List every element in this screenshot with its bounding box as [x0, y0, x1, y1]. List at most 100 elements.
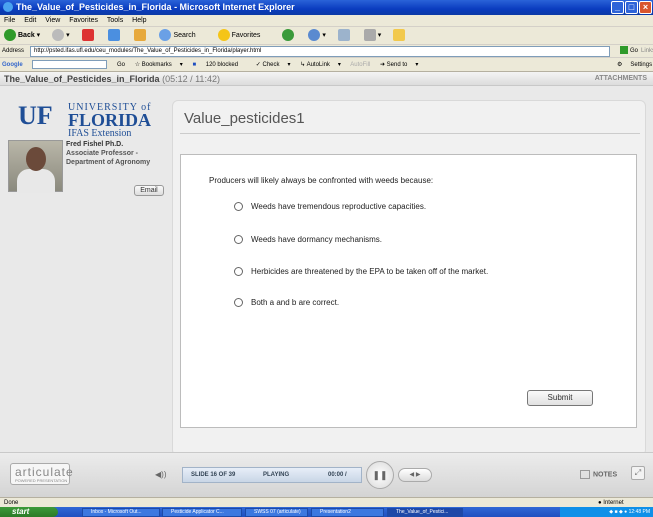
start-button[interactable]: start — [0, 507, 58, 517]
menu-view[interactable]: View — [45, 17, 60, 24]
quiz-option-b[interactable]: Weeds have dormancy mechanisms. — [234, 234, 382, 246]
tray-icons[interactable]: ◆ ■ ◆ ● — [609, 509, 628, 515]
menu-help[interactable]: Help — [132, 17, 146, 24]
globe-icon: ● — [598, 500, 602, 506]
favorites-button[interactable]: Favorites — [217, 29, 271, 42]
address-label: Address — [2, 48, 25, 54]
close-button[interactable]: × — [639, 1, 652, 14]
popup-blocker-icon: ■ — [192, 62, 197, 68]
menu-edit[interactable]: Edit — [24, 17, 36, 24]
folder-button[interactable] — [393, 29, 407, 42]
browser-toolbar: Back ▾ ▾ Search Favorites ▾ ▾ — [0, 27, 653, 45]
mail-icon — [337, 29, 350, 42]
presenter-shirt — [17, 169, 55, 193]
autofill-button[interactable]: AutoFill — [350, 62, 370, 68]
media-button[interactable] — [282, 29, 296, 42]
links-button[interactable]: Links — [641, 45, 653, 58]
progress-bar[interactable]: SLIDE 16 OF 39 PLAYING 00:00 / — [182, 467, 362, 483]
system-tray: ◆ ■ ◆ ● 12:48 PM — [560, 507, 653, 517]
refresh-button[interactable] — [107, 29, 122, 42]
articulate-wordmark: articulate — [15, 465, 74, 479]
maximize-button[interactable]: □ — [625, 1, 638, 14]
articulate-logo[interactable]: articulate POWERED PRESENTATION — [10, 463, 73, 485]
quiz-option-c[interactable]: Herbicides are threatened by the EPA to … — [234, 266, 488, 278]
email-button[interactable]: Email — [134, 185, 164, 196]
settings-button[interactable]: ⚙Settings▾ — [617, 58, 653, 72]
radio-button[interactable] — [234, 298, 243, 308]
sendto-label: Send to — [386, 62, 408, 68]
settings-icon: ⚙ — [617, 62, 623, 68]
clock: 12:48 PM — [628, 509, 650, 515]
status-bar: Done ● Internet — [0, 497, 653, 507]
volume-icon[interactable]: ◀)) — [155, 470, 167, 480]
stop-icon — [81, 29, 94, 42]
search-icon — [159, 29, 172, 42]
back-button[interactable]: Back ▾ — [4, 29, 40, 42]
fullscreen-button[interactable]: ⤢ — [631, 466, 645, 480]
folder-icon — [393, 29, 406, 42]
notes-button[interactable]: NOTES — [580, 470, 617, 479]
go-button[interactable]: Go — [620, 45, 638, 58]
history-button[interactable]: ▾ — [308, 29, 326, 42]
menu-file[interactable]: File — [4, 17, 15, 24]
bookmarks-button[interactable]: ☆ Bookmarks ▾ — [135, 62, 183, 68]
forward-arrow-icon — [52, 29, 65, 42]
uf-letters: UF — [18, 101, 53, 130]
window-titlebar: The_Value_of_Pesticides_in_Florida - Mic… — [0, 0, 653, 15]
pause-button[interactable]: ❚❚ — [366, 461, 394, 489]
course-time: (05:12 / 11:42) — [162, 74, 220, 84]
option-label: Herbicides are threatened by the EPA to … — [251, 267, 489, 276]
google-logo[interactable]: Google — [2, 62, 23, 68]
option-label: Weeds have tremendous reproductive capac… — [251, 202, 427, 211]
popup-blocked-button[interactable]: ■ 120 blocked — [192, 62, 246, 68]
presenter-photo — [8, 140, 63, 193]
next-icon[interactable]: ▶ — [416, 472, 421, 478]
radio-button[interactable] — [234, 202, 243, 212]
elapsed-time: 00:00 / — [328, 472, 347, 478]
home-button[interactable] — [133, 29, 148, 42]
taskbar-item[interactable]: Inbox - Microsoft Out... — [82, 508, 160, 517]
check-button[interactable]: ✓ Check ▾ — [256, 62, 291, 68]
option-label: Weeds have dormancy mechanisms. — [251, 235, 383, 244]
menu-favorites[interactable]: Favorites — [69, 17, 98, 24]
taskbar-item[interactable]: SWSS 07 (articulate) — [245, 508, 308, 517]
settings-label: Settings — [630, 62, 653, 68]
quiz-option-d[interactable]: Both a and b are correct. — [234, 297, 339, 309]
radio-button[interactable] — [234, 267, 243, 277]
taskbar-item[interactable]: Pesticide Applicator C... — [162, 508, 242, 517]
autolink-button[interactable]: ↳ AutoLink ▾ — [300, 62, 341, 68]
media-icon — [282, 29, 295, 42]
back-arrow-icon — [4, 29, 16, 42]
attachments-button[interactable]: ATTACHMENTS — [595, 72, 647, 86]
prev-icon[interactable]: ◀ — [410, 472, 415, 478]
presenter-title-1: Associate Professor - — [66, 150, 138, 157]
address-bar: Address http://psted.ifas.ufl.edu/ceu_mo… — [0, 45, 653, 58]
bookmarks-label: Bookmarks — [141, 62, 172, 68]
quiz-card — [180, 154, 637, 428]
course-title: The_Value_of_Pesticides_in_Florida — [4, 74, 160, 84]
quiz-question: Producers will likely always be confront… — [209, 176, 434, 185]
print-button[interactable]: ▾ — [363, 29, 381, 42]
stop-button[interactable] — [81, 29, 96, 42]
presenter-bio: Fred Fishel Ph.D. Associate Professor - … — [66, 140, 150, 167]
quiz-option-a[interactable]: Weeds have tremendous reproductive capac… — [234, 201, 426, 213]
forward-button[interactable]: ▾ — [52, 29, 70, 42]
player-header: The_Value_of_Pesticides_in_Florida (05:1… — [0, 72, 653, 86]
taskbar-item-active[interactable]: The_Value_of_Pestici... — [387, 508, 463, 517]
sendto-button[interactable]: ➜ Send to ▾ — [380, 62, 418, 68]
menu-tools[interactable]: Tools — [107, 17, 123, 24]
mail-button[interactable] — [337, 29, 352, 42]
prev-next-buttons[interactable]: ◀ ▶ — [398, 468, 432, 482]
minimize-button[interactable]: _ — [611, 1, 624, 14]
submit-button[interactable]: Submit — [527, 390, 593, 406]
google-search-input[interactable] — [32, 59, 108, 69]
presenter-head — [26, 147, 46, 171]
google-go-button[interactable]: Go — [117, 62, 125, 68]
articulate-subtitle: POWERED PRESENTATION — [15, 478, 68, 483]
search-button[interactable]: Search — [159, 29, 205, 42]
radio-button[interactable] — [234, 235, 243, 245]
address-input[interactable]: http://psted.ifas.ufl.edu/ceu_modules/Th… — [30, 46, 610, 57]
check-label: Check — [262, 62, 280, 68]
blocked-label: 120 blocked — [205, 62, 239, 68]
taskbar-item[interactable]: Presentation2 — [311, 508, 384, 517]
